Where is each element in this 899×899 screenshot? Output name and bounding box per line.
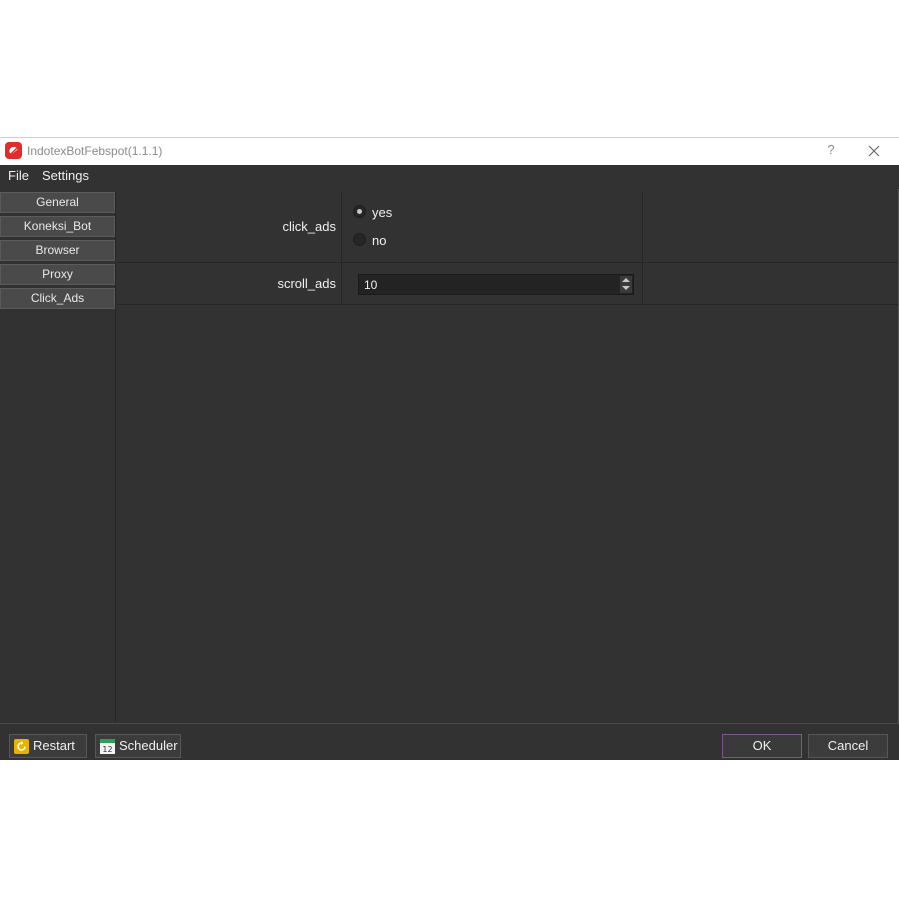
sidebar-item-proxy[interactable]: Proxy	[0, 264, 115, 285]
sidebar-item-koneksi-bot[interactable]: Koneksi_Bot	[0, 216, 115, 237]
click-ads-label: click_ads	[282, 219, 336, 234]
click-ads-options: yes no	[343, 191, 643, 262]
close-icon[interactable]	[866, 143, 882, 159]
scroll-ads-label: scroll_ads	[277, 276, 336, 291]
help-button[interactable]: ?	[824, 142, 838, 160]
calendar-icon: 12	[100, 739, 115, 754]
setting-row-click-ads: click_ads yes no	[117, 191, 898, 263]
calendar-icon-text: 12	[102, 745, 112, 754]
scheduler-label: Scheduler	[119, 738, 178, 753]
scheduler-button[interactable]: 12 Scheduler	[95, 734, 181, 758]
window-title: IndotexBotFebspot(1.1.1)	[27, 144, 163, 158]
sidebar-item-click-ads[interactable]: Click_Ads	[0, 288, 115, 309]
spin-up-icon[interactable]	[622, 278, 630, 282]
restart-icon	[14, 739, 29, 754]
restart-label: Restart	[33, 738, 75, 753]
title-bar: IndotexBotFebspot(1.1.1) ?	[0, 137, 899, 165]
spin-arrows[interactable]	[620, 276, 632, 293]
setting-label-cell: click_ads	[117, 191, 342, 262]
settings-dialog: IndotexBotFebspot(1.1.1) ? File Settings…	[0, 137, 899, 760]
menu-file[interactable]: File	[8, 168, 29, 183]
app-logo-icon	[5, 142, 22, 159]
cancel-button[interactable]: Cancel	[808, 734, 888, 758]
spin-down-icon[interactable]	[622, 286, 630, 290]
category-sidebar: General Koneksi_Bot Browser Proxy Click_…	[0, 191, 116, 723]
sidebar-item-general[interactable]: General	[0, 192, 115, 213]
menu-settings[interactable]: Settings	[42, 168, 89, 183]
click-ads-yes-radio[interactable]	[353, 205, 366, 218]
setting-label-cell: scroll_ads	[117, 263, 342, 304]
restart-button[interactable]: Restart	[9, 734, 87, 758]
scroll-ads-value-cell	[343, 263, 643, 304]
setting-row-scroll-ads: scroll_ads	[117, 263, 898, 305]
click-ads-yes-label[interactable]: yes	[372, 205, 392, 220]
click-ads-no-label[interactable]: no	[372, 233, 386, 248]
click-ads-no-radio[interactable]	[353, 233, 366, 246]
scroll-ads-input[interactable]	[359, 275, 619, 294]
menu-bar: File Settings	[0, 165, 899, 189]
sidebar-item-browser[interactable]: Browser	[0, 240, 115, 261]
settings-table: click_ads yes no scroll_ads	[117, 191, 898, 723]
ok-button[interactable]: OK	[722, 734, 802, 758]
scroll-ads-spinbox[interactable]	[358, 274, 634, 295]
button-bar: Restart 12 Scheduler OK Cancel	[0, 723, 899, 760]
